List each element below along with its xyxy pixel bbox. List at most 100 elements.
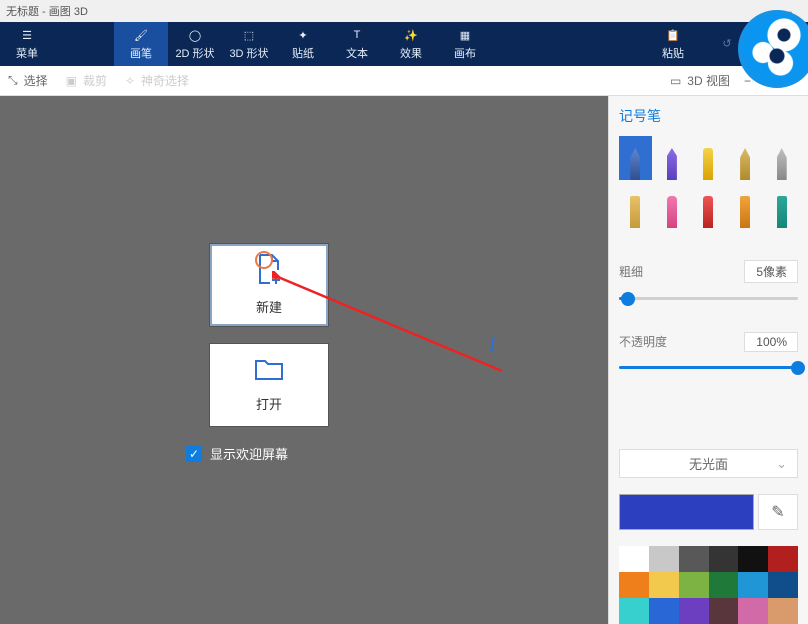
color-row: ✎ [619,494,798,530]
swatch[interactable] [649,546,679,572]
swatch[interactable] [679,572,709,598]
pen-pastel[interactable] [656,184,689,228]
thickness-row: 粗细 5像素 [619,260,798,283]
menu-icon: ☰ [22,27,32,43]
paste-icon: 📋 [666,27,680,43]
swatch[interactable] [649,572,679,598]
material-label: 无光面 [689,454,728,473]
ribbon-label: 画布 [454,45,476,61]
welcome-toggle-row[interactable]: ✓ 显示欢迎屏幕 [186,444,512,463]
tile-open[interactable]: 打开 [210,344,328,426]
brush-icon: 🖌 [134,27,148,43]
ribbon-text[interactable]: T 文本 [330,22,384,66]
effects-icon: ✨ [404,27,418,43]
ribbon-label: 文本 [346,45,368,61]
titlebar: 无标题 - 画图 3D — [0,0,808,22]
magic-icon: ✧ [125,74,135,88]
panel-title: 记号笔 [619,106,798,126]
pen-highlighter[interactable] [692,136,725,180]
opacity-row: 不透明度 100% [619,332,798,352]
ribbon-canvas[interactable]: ▦ 画布 [438,22,492,66]
eyedropper-button[interactable]: ✎ [758,494,798,530]
welcome-modal: 新建 打开 ✓ 显示欢迎屏幕 [182,244,512,463]
ribbon-2d-shapes[interactable]: ◯ 2D 形状 [168,22,222,66]
ribbon-label: 菜单 [16,45,38,61]
tile-label: 打开 [256,394,282,413]
annotation-circle [255,251,273,269]
ribbon-menu[interactable]: ☰ 菜单 [0,22,54,66]
tile-label: 新建 [256,297,282,316]
swatch[interactable] [768,572,798,598]
current-color[interactable] [619,494,754,530]
welcome-label: 显示欢迎屏幕 [210,444,288,463]
ribbon-label: 画笔 [130,45,152,61]
window-title: 无标题 - 画图 3D [6,3,88,19]
swatch[interactable] [649,598,679,624]
pen-marker[interactable] [619,136,652,180]
swatch[interactable] [709,598,739,624]
sticker-icon: ✦ [298,27,307,43]
pen-eraser[interactable] [765,136,798,180]
toolbar-label: 裁剪 [83,72,107,89]
pen-fill[interactable] [765,184,798,228]
toolbar-magic-select: ✧ 神奇选择 [125,72,189,89]
workspace: 新建 打开 ✓ 显示欢迎屏幕 ʃ 记号笔 [0,96,808,624]
toolbar: ⤡ 选择 ▣ 裁剪 ✧ 神奇选择 ▭ 3D 视图 − + ⋯ [0,66,808,96]
pen-oil[interactable] [729,136,762,180]
shape2d-icon: ◯ [189,27,201,43]
swatch[interactable] [709,546,739,572]
pen-spray[interactable] [729,184,762,228]
toolbar-crop: ▣ 裁剪 [66,72,107,89]
canvas-icon: ▦ [460,27,470,43]
swatch[interactable] [738,598,768,624]
text-icon: T [354,27,361,43]
shape3d-icon: ⬚ [244,27,254,43]
checkbox-welcome[interactable]: ✓ [186,446,202,462]
ribbon-label: 效果 [400,45,422,61]
swatch[interactable] [619,546,649,572]
swatch[interactable] [709,572,739,598]
cursor-hint: ʃ [490,335,495,351]
ribbon-effects[interactable]: ✨ 效果 [384,22,438,66]
brush-panel: 记号笔 粗细 5像素 不透明度 100% [608,96,808,624]
toolbar-select[interactable]: ⤡ 选择 [8,72,48,89]
thickness-value[interactable]: 5像素 [744,260,798,283]
toolbar-3d-view[interactable]: ▭ 3D 视图 [670,72,730,89]
thickness-slider[interactable] [619,297,798,300]
toolbar-label: 神奇选择 [141,72,189,89]
ribbon-3d-shapes[interactable]: ⬚ 3D 形状 [222,22,276,66]
ribbon-stickers[interactable]: ✦ 贴纸 [276,22,330,66]
cube-icon: ▭ [670,74,681,88]
material-select[interactable]: 无光面 ⌄ [619,449,798,478]
remix-icon: ↺ [722,35,731,51]
pen-pencil[interactable] [619,184,652,228]
pen-crayon[interactable] [692,184,725,228]
opacity-value[interactable]: 100% [744,332,798,352]
toolbar-label: 3D 视图 [687,72,730,89]
thickness-label: 粗细 [619,263,643,280]
crop-icon: ▣ [66,74,77,88]
pen-calligraphy[interactable] [656,136,689,180]
ribbon-label: 2D 形状 [175,45,214,61]
swatch[interactable] [768,598,798,624]
chevron-down-icon: ⌄ [776,456,787,472]
toolbar-label: 选择 [24,72,48,89]
ribbon-label: 贴纸 [292,45,314,61]
swatch[interactable] [768,546,798,572]
ribbon-label: 粘贴 [662,45,684,61]
opacity-slider[interactable] [619,366,798,369]
ribbon-brush[interactable]: 🖌 画笔 [114,22,168,66]
swatch[interactable] [619,572,649,598]
swatch[interactable] [619,598,649,624]
ribbon: ☰ 菜单 🖌 画笔 ◯ 2D 形状 ⬚ 3D 形状 ✦ 贴纸 T 文本 ✨ 效果… [0,22,808,66]
swatch[interactable] [679,598,709,624]
swatch-grid [619,546,798,624]
ribbon-label: 3D 形状 [229,45,268,61]
swatch[interactable] [738,572,768,598]
swatch[interactable] [679,546,709,572]
swatch[interactable] [738,546,768,572]
canvas-area: 新建 打开 ✓ 显示欢迎屏幕 ʃ [0,96,608,624]
folder-icon [254,357,284,384]
pen-grid [619,136,798,228]
ribbon-paste[interactable]: 📋 粘贴 [646,22,700,66]
